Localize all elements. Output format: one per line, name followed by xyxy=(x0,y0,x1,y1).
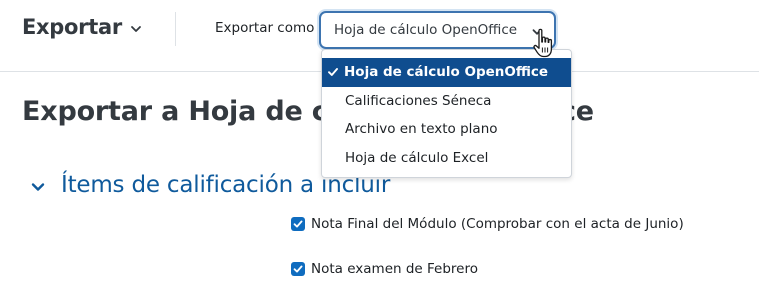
grade-item-checkbox[interactable] xyxy=(291,262,305,276)
dropdown-option-plain-text[interactable]: Archivo en texto plano xyxy=(322,115,571,144)
dropdown-option-openoffice[interactable]: Hoja de cálculo OpenOffice xyxy=(322,58,571,87)
grade-item-row: Nota Final del Módulo (Comprobar con el … xyxy=(291,216,684,232)
grade-item-row: Nota examen de Febrero xyxy=(291,261,478,277)
export-format-dropdown-menu: Hoja de cálculo OpenOffice Calificacione… xyxy=(321,49,572,178)
dropdown-option-seneca[interactable]: Calificaciones Séneca xyxy=(322,87,571,116)
dropdown-option-label: Hoja de cálculo OpenOffice xyxy=(344,64,549,81)
dropdown-option-label: Calificaciones Séneca xyxy=(345,92,492,109)
export-as-label: Exportar como xyxy=(215,20,315,36)
check-icon xyxy=(328,68,338,76)
grade-item-checkbox[interactable] xyxy=(291,217,305,231)
dropdown-option-label: Hoja de cálculo Excel xyxy=(345,149,489,166)
export-nav-menu[interactable]: Exportar xyxy=(22,15,142,39)
chevron-down-icon xyxy=(532,29,542,35)
header-divider xyxy=(175,12,176,46)
export-format-select[interactable]: Hoja de cálculo OpenOffice xyxy=(319,11,556,49)
chevron-down-icon xyxy=(130,26,141,32)
grade-item-label: Nota Final del Módulo (Comprobar con el … xyxy=(311,216,684,232)
check-icon xyxy=(293,220,303,228)
chevron-down-icon xyxy=(31,183,45,191)
export-nav-title: Exportar xyxy=(22,15,122,39)
dropdown-option-label: Archivo en texto plano xyxy=(345,121,498,138)
check-icon xyxy=(293,265,303,273)
export-format-select-value: Hoja de cálculo OpenOffice xyxy=(334,22,518,38)
grade-item-label: Nota examen de Febrero xyxy=(311,261,478,277)
dropdown-option-excel[interactable]: Hoja de cálculo Excel xyxy=(322,144,571,173)
